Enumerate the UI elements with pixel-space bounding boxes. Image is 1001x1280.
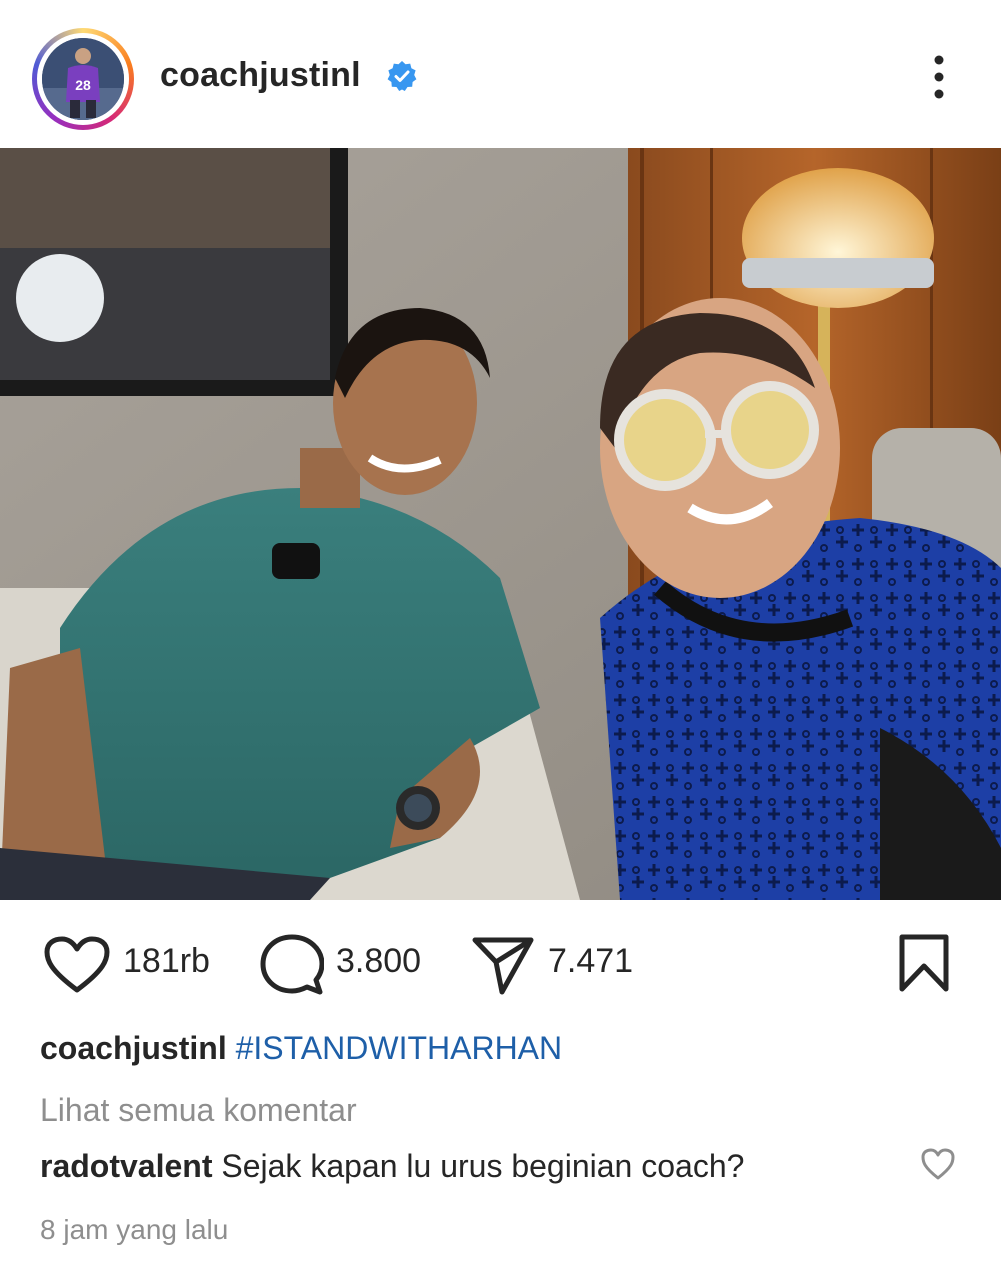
caption-username[interactable]: coachjustinl	[40, 1030, 227, 1066]
view-all-comments-link[interactable]: Lihat semua komentar	[40, 1092, 357, 1129]
bookmark-save-icon[interactable]	[898, 934, 950, 992]
post-image	[0, 148, 1001, 900]
post-username[interactable]: coachjustinl	[160, 56, 361, 95]
comment-like-heart-icon[interactable]	[920, 1147, 956, 1181]
top-comment: radotvalent Sejak kapan lu urus beginian…	[40, 1148, 744, 1185]
post-caption: coachjustinl #ISTANDWITHARHAN	[40, 1030, 562, 1067]
caption-hashtag[interactable]: #ISTANDWITHARHAN	[236, 1030, 563, 1066]
post-header: 28 coachjustinl	[0, 0, 1001, 148]
instagram-post: 28 coachjustinl 181rb 3.800 7.471 coachj…	[0, 0, 1001, 1280]
post-timestamp: 8 jam yang lalu	[40, 1214, 229, 1245]
avatar-jersey-number: 28	[75, 77, 91, 93]
comment-count[interactable]: 3.800	[336, 942, 421, 981]
avatar-image: 28	[42, 38, 124, 120]
avatar-story-ring[interactable]: 28	[32, 28, 134, 130]
comment-text: Sejak kapan lu urus beginian coach?	[221, 1148, 745, 1184]
post-actions: 181rb 3.800 7.471	[0, 900, 1001, 1030]
verified-badge-icon	[387, 61, 417, 91]
share-send-icon[interactable]	[472, 936, 534, 996]
avatar[interactable]: 28	[42, 38, 124, 120]
share-count[interactable]: 7.471	[548, 942, 633, 981]
more-options-icon[interactable]	[922, 52, 956, 102]
like-count[interactable]: 181rb	[123, 942, 210, 981]
like-heart-icon[interactable]	[44, 936, 110, 994]
comment-bubble-icon[interactable]	[260, 934, 324, 996]
comment-username[interactable]: radotvalent	[40, 1148, 212, 1184]
post-photo[interactable]	[0, 148, 1001, 900]
